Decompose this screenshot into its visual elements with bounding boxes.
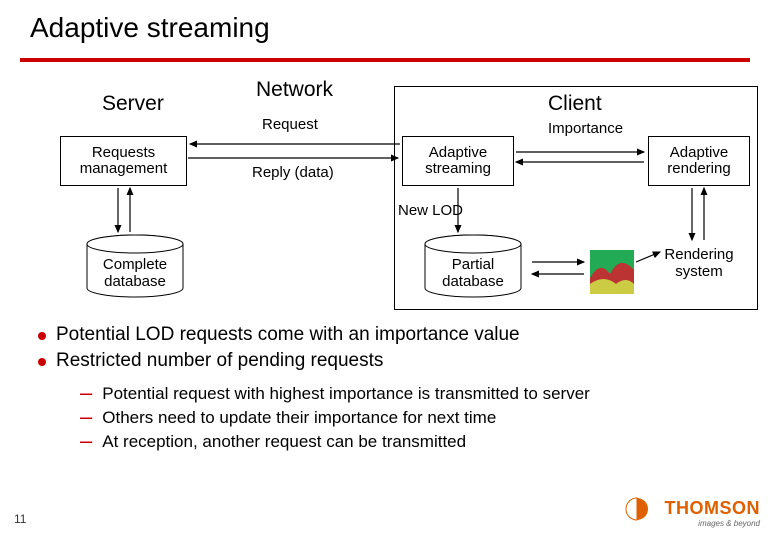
subbullet-text: Potential request with highest importanc… [102,384,590,404]
thomson-logo: THOMSON images & beyond [665,498,761,528]
subbullet-text: Others need to update their importance f… [102,408,496,428]
bullet-list: Potential LOD requests come with an impo… [38,324,520,376]
subbullet-list: –Potential request with highest importan… [80,384,590,456]
subbullet-text: At reception, another request can be tra… [102,432,466,452]
dash-icon: – [80,384,92,402]
diagram-arrows [0,0,780,320]
bullet-text: Potential LOD requests come with an impo… [56,324,520,346]
dash-icon: – [80,408,92,426]
page-number: 11 [14,512,26,526]
bullet-text: Restricted number of pending requests [56,350,383,372]
bullet-icon [38,358,46,366]
logo-tagline: images & beyond [665,519,761,528]
logo-brand: THOMSON [665,498,761,519]
dash-icon: – [80,432,92,450]
bullet-icon [38,332,46,340]
